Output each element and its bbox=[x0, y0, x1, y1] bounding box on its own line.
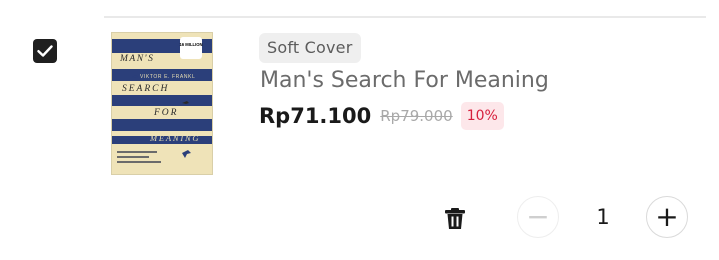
cover-line-3: FOR bbox=[153, 108, 178, 118]
plus-icon: + bbox=[655, 200, 679, 233]
decrease-quantity-button[interactable]: − bbox=[517, 196, 559, 238]
current-price: Rp71.100 bbox=[259, 104, 372, 128]
cover-badge: 16 MILLION bbox=[179, 42, 202, 47]
increase-quantity-button[interactable]: + bbox=[646, 196, 688, 238]
delete-button[interactable] bbox=[440, 232, 468, 260]
variant-badge: Soft Cover bbox=[259, 33, 361, 63]
product-title[interactable]: Man's Search For Meaning bbox=[260, 66, 549, 96]
cover-line-2: SEARCH bbox=[122, 84, 169, 94]
original-price: Rp79.000 bbox=[380, 107, 453, 125]
trash-icon bbox=[445, 208, 465, 229]
checkmark-icon bbox=[37, 45, 53, 57]
quantity-value: 1 bbox=[596, 205, 610, 229]
top-divider bbox=[104, 16, 706, 18]
item-checkbox[interactable] bbox=[33, 39, 57, 63]
price-row: Rp71.100 Rp79.000 10% bbox=[259, 101, 504, 131]
book-cover-image[interactable]: 16 MILLION MAN'S VIKTOR E. FRANKL SEARCH… bbox=[111, 32, 213, 175]
cover-line-4: MEANING bbox=[149, 133, 200, 143]
cover-line-1: MAN'S bbox=[119, 54, 154, 64]
cover-author: VIKTOR E. FRANKL bbox=[140, 74, 195, 80]
remove-item-button[interactable] bbox=[441, 204, 469, 232]
discount-badge: 10% bbox=[460, 102, 504, 130]
minus-icon: − bbox=[526, 200, 550, 233]
